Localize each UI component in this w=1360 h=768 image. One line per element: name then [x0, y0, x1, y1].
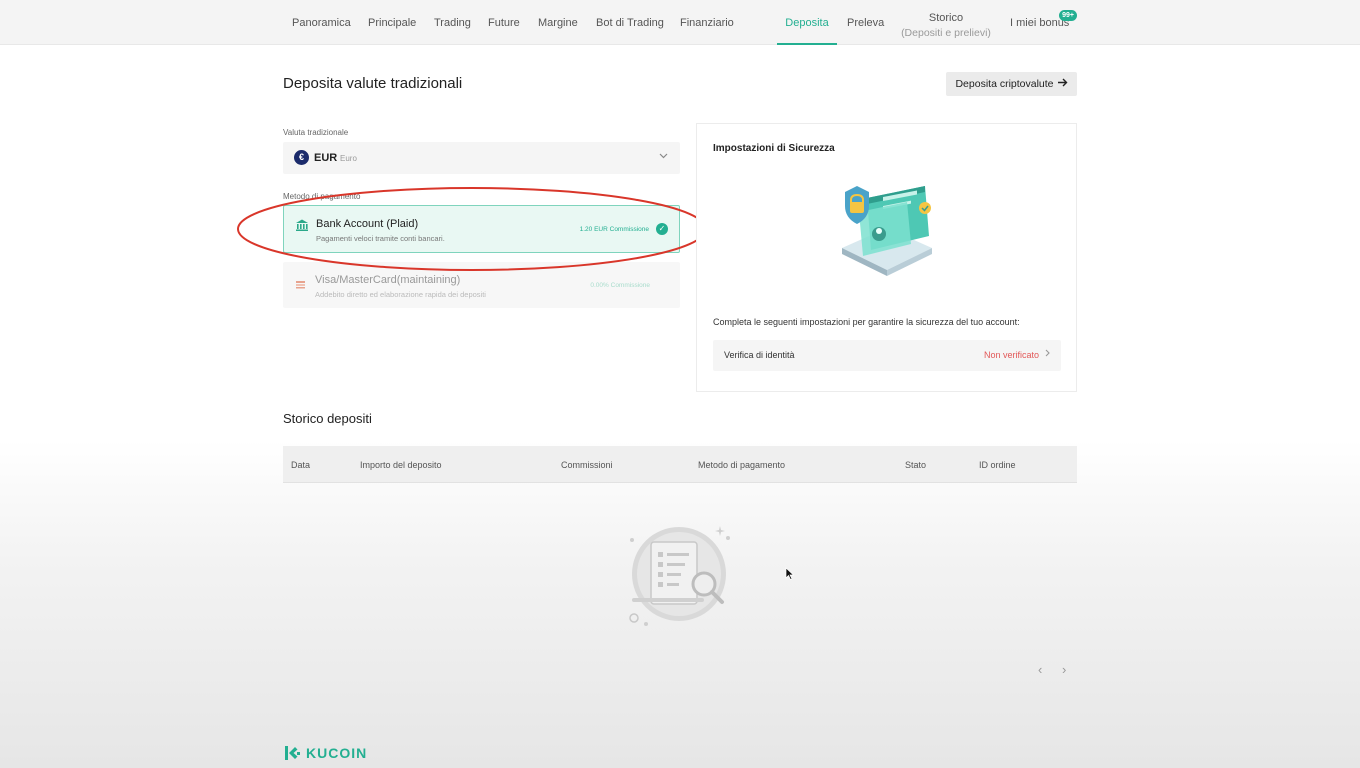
payment-option-bank-account[interactable]: Bank Account (Plaid) Pagamenti veloci tr… [283, 205, 680, 253]
top-navigation: Panoramica Principale Trading Future Mar… [0, 0, 1360, 45]
pagination-prev-button[interactable]: ‹ [1038, 662, 1042, 677]
nav-item-finanziario[interactable]: Finanziario [680, 0, 734, 45]
column-header-order-id: ID ordine [979, 460, 1016, 470]
verify-identity-label: Verifica di identità [724, 350, 795, 360]
card-icon [296, 276, 305, 289]
mouse-cursor-icon [785, 567, 795, 585]
payment-option-fee: 0.00% Commissione [590, 282, 650, 289]
kucoin-logo-icon [285, 746, 300, 760]
nav-item-trading[interactable]: Trading [434, 0, 471, 45]
payment-option-title: Bank Account (Plaid) [316, 218, 419, 230]
deposit-history-title: Storico depositi [283, 411, 372, 426]
nav-item-deposita[interactable]: Deposita [777, 0, 837, 45]
security-settings-panel: Impostazioni di Sicurezza Completa le se… [696, 123, 1077, 392]
euro-icon: € [294, 150, 309, 165]
currency-name: Euro [340, 154, 357, 163]
verification-status: Non verificato [983, 350, 1039, 360]
arrow-right-icon [1057, 78, 1068, 90]
empty-state-icon [624, 522, 734, 635]
nav-item-margine[interactable]: Margine [538, 0, 578, 45]
nav-storico-label: Storico [928, 12, 964, 24]
nav-item-future[interactable]: Future [488, 0, 520, 45]
payment-option-desc: Addebito diretto ed elaborazione rapida … [315, 290, 486, 299]
payment-option-fee: 1.20 EUR Commissione [579, 226, 649, 233]
security-illustration [837, 178, 937, 289]
payment-option-visa-mastercard[interactable]: Visa/MasterCard(maintaining) Addebito di… [283, 262, 680, 308]
chevron-right-icon [1045, 349, 1050, 359]
nav-item-bonus[interactable]: I miei bonus [1010, 0, 1069, 45]
nav-item-principale[interactable]: Principale [368, 0, 416, 45]
payment-method-label: Metodo di pagamento [283, 192, 361, 201]
nav-item-panoramica[interactable]: Panoramica [292, 0, 351, 45]
identity-verification-row[interactable]: Verifica di identità Non verificato [713, 340, 1061, 371]
nav-item-storico[interactable]: Storico (Depositi e prelievi) [898, 11, 994, 41]
security-description: Completa le seguenti impostazioni per ga… [713, 317, 1020, 327]
pagination-next-button[interactable]: › [1062, 662, 1066, 677]
page-title: Deposita valute tradizionali [283, 75, 463, 92]
nav-storico-sublabel: (Depositi e prelievi) [901, 27, 991, 39]
nav-item-bot-trading[interactable]: Bot di Trading [596, 0, 664, 45]
bank-icon [295, 218, 309, 232]
chevron-down-icon [659, 151, 668, 162]
currency-label: Valuta tradizionale [283, 128, 349, 137]
kucoin-logo: KUCOIN [283, 745, 367, 761]
history-table-header: Data Importo del deposito Commissioni Me… [283, 446, 1077, 483]
payment-option-desc: Pagamenti veloci tramite conti bancari. [316, 234, 445, 243]
bonus-count-badge: 99+ [1059, 10, 1077, 21]
currency-code: EUR [314, 152, 338, 164]
column-header-status: Stato [905, 460, 927, 470]
payment-option-title: Visa/MasterCard(maintaining) [315, 274, 461, 286]
nav-item-preleva[interactable]: Preleva [847, 0, 884, 45]
kucoin-logo-text: KUCOIN [306, 745, 368, 761]
column-header-fees: Commissioni [561, 460, 613, 470]
deposit-crypto-label: Deposita criptovalute [955, 78, 1054, 90]
currency-select[interactable]: € EUR Euro [283, 142, 680, 174]
column-header-amount: Importo del deposito [360, 460, 442, 470]
check-icon: ✓ [656, 223, 668, 235]
column-header-payment-method: Metodo di pagamento [698, 460, 786, 470]
column-header-date: Data [291, 460, 311, 470]
deposit-crypto-button[interactable]: Deposita criptovalute [946, 72, 1077, 96]
security-title: Impostazioni di Sicurezza [713, 143, 835, 154]
